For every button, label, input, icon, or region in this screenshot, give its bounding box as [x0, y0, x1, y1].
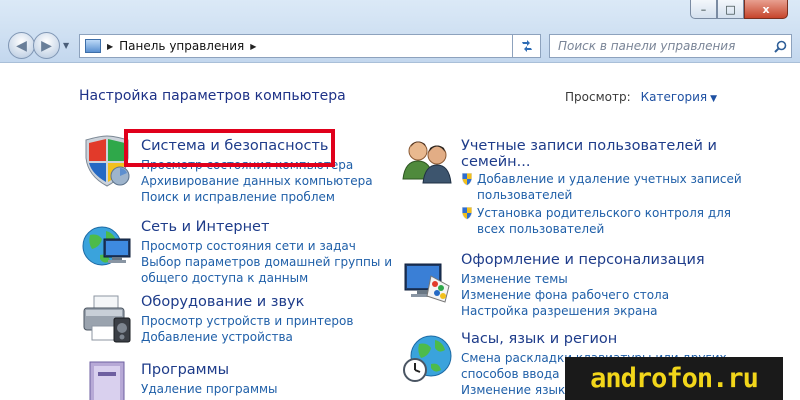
category-title-programs[interactable]: Программы — [141, 362, 278, 378]
refresh-button[interactable] — [513, 34, 541, 58]
view-category-dropdown[interactable]: Категория — [641, 90, 708, 104]
link-add-remove-accounts-line1[interactable]: Добавление и удаление учетных записей — [477, 171, 742, 187]
forward-button[interactable]: ▶ — [33, 32, 60, 59]
recent-pages-dropdown-icon[interactable]: ▼ — [63, 41, 69, 50]
search-input[interactable]: Поиск в панели управления — [549, 34, 792, 58]
forward-arrow-icon: ▶ — [41, 37, 52, 54]
uac-shield-icon — [462, 207, 472, 220]
printer-sound-icon — [83, 295, 131, 343]
uac-shield-icon — [462, 173, 472, 186]
breadcrumb-arrow-icon[interactable]: ▶ — [107, 42, 113, 51]
dropdown-arrow-icon[interactable]: ▼ — [710, 94, 717, 104]
clock-globe-icon — [403, 335, 452, 382]
link-add-device[interactable]: Добавление устройства — [141, 329, 353, 345]
link-find-fix-problems[interactable]: Поиск и исправление проблем — [141, 189, 373, 205]
link-parental-controls-line2[interactable]: всех пользователей — [477, 221, 731, 237]
view-label: Просмотр: — [565, 90, 631, 104]
category-user-accounts: Учетные записи пользователей и семейн...… — [461, 138, 742, 237]
view-selector: Просмотр: Категория ▼ — [565, 90, 717, 104]
category-system-security: Система и безопасность Просмотр состояни… — [141, 138, 373, 205]
link-view-devices-printers[interactable]: Просмотр устройств и принтеров — [141, 313, 353, 329]
security-shield-icon — [85, 135, 130, 187]
window-chrome: – □ x ◀ ▶ ▼ ▶ Панель управления ▶ Поиск … — [0, 0, 800, 63]
close-button[interactable]: x — [744, 0, 788, 19]
link-homegroup-options[interactable]: Выбор параметров домашней группы и — [141, 254, 392, 270]
link-view-network-status[interactable]: Просмотр состояния сети и задач — [141, 238, 392, 254]
category-appearance: Оформление и персонализация Изменение те… — [461, 252, 705, 319]
category-title-hardware-sound[interactable]: Оборудование и звук — [141, 294, 353, 310]
category-title-network-internet[interactable]: Сеть и Интернет — [141, 219, 392, 235]
link-add-remove-accounts-line2[interactable]: пользователей — [477, 187, 742, 203]
user-accounts-icon — [402, 141, 452, 184]
category-title-appearance[interactable]: Оформление и персонализация — [461, 252, 705, 268]
category-title-user-accounts-line1[interactable]: Учетные записи пользователей и — [461, 138, 742, 154]
link-adjust-screen-resolution[interactable]: Настройка разрешения экрана — [461, 303, 705, 319]
watermark: androfon.ru — [565, 357, 783, 400]
navigation-buttons: ◀ ▶ ▼ — [8, 32, 69, 59]
link-backup-computer[interactable]: Архивирование данных компьютера — [141, 173, 373, 189]
page-title: Настройка параметров компьютера — [79, 88, 346, 104]
category-network-internet: Сеть и Интернет Просмотр состояния сети … — [141, 219, 392, 286]
link-parental-controls-line1[interactable]: Установка родительского контроля для — [477, 205, 731, 221]
breadcrumb-control-panel[interactable]: Панель управления — [119, 39, 244, 53]
minimize-button[interactable]: – — [690, 0, 717, 19]
network-globe-icon — [82, 226, 131, 266]
category-title-user-accounts-line2[interactable]: семейн... — [461, 154, 742, 170]
maximize-button[interactable]: □ — [717, 0, 744, 19]
link-homegroup-options-line2[interactable]: общего доступа к данным — [141, 270, 392, 286]
link-change-desktop-background[interactable]: Изменение фона рабочего стола — [461, 287, 705, 303]
back-arrow-icon: ◀ — [16, 37, 27, 54]
category-title-clock-language-region[interactable]: Часы, язык и регион — [461, 331, 727, 347]
programs-icon — [89, 361, 125, 400]
link-view-computer-status[interactable]: Просмотр состояния компьютера — [141, 157, 373, 173]
search-placeholder: Поиск в панели управления — [558, 39, 736, 53]
link-add-remove-accounts[interactable]: Добавление и удаление учетных записей по… — [461, 171, 742, 203]
search-icon[interactable] — [769, 40, 791, 53]
link-parental-controls[interactable]: Установка родительского контроля для все… — [461, 205, 742, 237]
link-uninstall-program[interactable]: Удаление программы — [141, 381, 278, 397]
appearance-monitor-icon — [404, 263, 450, 303]
link-change-theme[interactable]: Изменение темы — [461, 271, 705, 287]
category-hardware-sound: Оборудование и звук Просмотр устройств и… — [141, 294, 353, 345]
control-panel-icon — [85, 39, 101, 53]
window-controls: – □ x — [690, 0, 788, 20]
category-title-system-security[interactable]: Система и безопасность — [141, 138, 373, 154]
breadcrumb-arrow-icon[interactable]: ▶ — [250, 42, 256, 51]
refresh-icon — [521, 40, 532, 52]
category-programs: Программы Удаление программы — [141, 362, 278, 397]
address-bar[interactable]: ▶ Панель управления ▶ — [79, 34, 513, 58]
back-button[interactable]: ◀ — [8, 32, 35, 59]
